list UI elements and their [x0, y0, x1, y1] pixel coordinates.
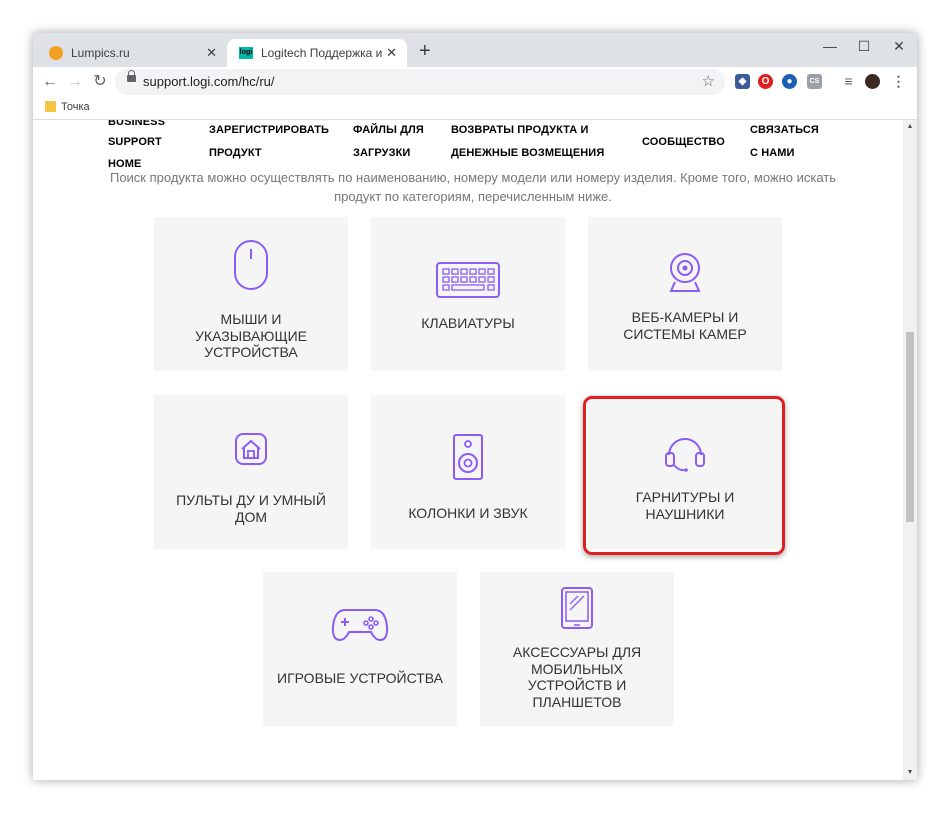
scroll-down-icon[interactable]: ▼: [903, 766, 917, 780]
nav-business[interactable]: BUSINESS: [108, 120, 165, 128]
headset-icon: [665, 438, 705, 472]
home-icon: [235, 433, 267, 465]
lock-icon: [127, 70, 136, 82]
browser-window: Lumpics.ru ✕ logi Logitech Поддержка и ф…: [33, 33, 917, 780]
tab-lumpics[interactable]: Lumpics.ru ✕: [37, 39, 227, 67]
category-label: Веб-камеры и системы камер: [623, 309, 747, 342]
category-headsets[interactable]: Гарнитуры и наушники: [588, 395, 782, 549]
nav-returns[interactable]: ВОЗВРАТЫ ПРОДУКТА И: [451, 124, 589, 136]
reload-icon[interactable]: ↻: [89, 71, 111, 93]
category-speakers[interactable]: Колонки и звук: [371, 395, 565, 549]
forward-arrow-icon[interactable]: →: [64, 71, 86, 93]
scroll-thumb[interactable]: [906, 332, 914, 522]
lumpics-favicon-icon: [49, 46, 63, 60]
nav-contact[interactable]: СВЯЗАТЬСЯ: [750, 124, 819, 136]
bookmarks-bar: Точка: [33, 97, 917, 120]
minimize-button[interactable]: —: [818, 37, 842, 57]
extension-cs-icon[interactable]: CS: [807, 74, 822, 89]
logitech-favicon-icon: logi: [239, 47, 253, 59]
nav-register[interactable]: ЗАРЕГИСТРИРОВАТЬ: [209, 124, 329, 136]
nav-downloads-2[interactable]: ЗАГРУЗКИ: [353, 147, 410, 159]
back-arrow-icon[interactable]: ←: [39, 71, 61, 93]
menu-dots-icon[interactable]: ⋮: [891, 74, 906, 89]
webcam-icon: [669, 253, 701, 292]
mouse-icon: [234, 240, 268, 290]
category-label: Аксессуары для мобильных устройств и пла…: [512, 644, 642, 710]
category-keyboards[interactable]: Клавиатуры: [371, 217, 565, 371]
category-label: Мыши и указывающие устройства: [195, 311, 307, 360]
bookmark-item[interactable]: Точка: [61, 101, 90, 113]
category-remotes-smart-home[interactable]: Пульты ДУ и умный дом: [154, 395, 348, 549]
scroll-up-icon[interactable]: ▲: [903, 120, 917, 134]
gamepad-icon: [331, 609, 389, 642]
category-mice[interactable]: Мыши и указывающие устройства: [154, 217, 348, 371]
category-label: Клавиатуры: [421, 315, 515, 331]
category-label: Гарнитуры и наушники: [635, 489, 735, 522]
nav-support[interactable]: SUPPORT: [108, 136, 162, 148]
window-close-button[interactable]: ✕: [887, 37, 911, 57]
category-webcams[interactable]: Веб-камеры и системы камер: [588, 217, 782, 371]
tablet-icon: [561, 587, 593, 629]
tab-title: Lumpics.ru: [71, 46, 130, 60]
category-label: Пульты ДУ и умный дом: [176, 492, 326, 525]
folder-icon: [45, 101, 56, 112]
category-mobile-accessories[interactable]: Аксессуары для мобильных устройств и пла…: [480, 572, 674, 726]
maximize-button[interactable]: ☐: [852, 37, 876, 57]
new-tab-button[interactable]: +: [419, 41, 431, 61]
close-icon[interactable]: ✕: [386, 45, 397, 61]
avatar[interactable]: [865, 74, 880, 89]
close-icon[interactable]: ✕: [206, 45, 217, 61]
tab-title: Logitech Поддержка и файлы д: [261, 46, 383, 60]
tab-strip: Lumpics.ru ✕ logi Logitech Поддержка и ф…: [33, 33, 917, 67]
page-content: BUSINESS SUPPORT HOME ЗАРЕГИСТРИРОВАТЬ П…: [33, 120, 903, 780]
vpn-extension-icon[interactable]: ●: [782, 74, 797, 89]
browser-toolbar: ← → ↻ support.logi.com/hc/ru/ ☆ ◆ O ● CS…: [33, 67, 917, 97]
intro-text: Поиск продукта можно осуществлять по наи…: [109, 170, 837, 204]
address-bar[interactable]: support.logi.com/hc/ru/ ☆: [115, 69, 725, 95]
category-label: Колонки и звук: [408, 505, 528, 521]
category-gaming[interactable]: Игровые устройства: [263, 572, 457, 726]
extension-shield-icon[interactable]: ◆: [735, 74, 750, 89]
keyboard-icon: [436, 262, 500, 298]
reading-list-icon[interactable]: ≡: [841, 74, 856, 89]
bookmark-star-icon[interactable]: ☆: [702, 72, 715, 90]
speaker-icon: [453, 434, 483, 480]
category-label: Игровые устройства: [277, 670, 444, 686]
nav-community[interactable]: СООБЩЕСТВО: [642, 136, 725, 148]
nav-register-2[interactable]: ПРОДУКТ: [209, 147, 262, 159]
url-text[interactable]: support.logi.com/hc/ru/: [143, 74, 275, 89]
nav-contact-2[interactable]: С НАМИ: [750, 147, 795, 159]
opera-extension-icon[interactable]: O: [758, 74, 773, 89]
tab-logitech[interactable]: logi Logitech Поддержка и файлы д ✕: [227, 39, 407, 67]
nav-returns-2[interactable]: ДЕНЕЖНЫЕ ВОЗМЕЩЕНИЯ: [451, 147, 604, 159]
scrollbar[interactable]: ▲ ▼: [903, 120, 917, 780]
nav-downloads[interactable]: ФАЙЛЫ ДЛЯ: [353, 124, 424, 136]
